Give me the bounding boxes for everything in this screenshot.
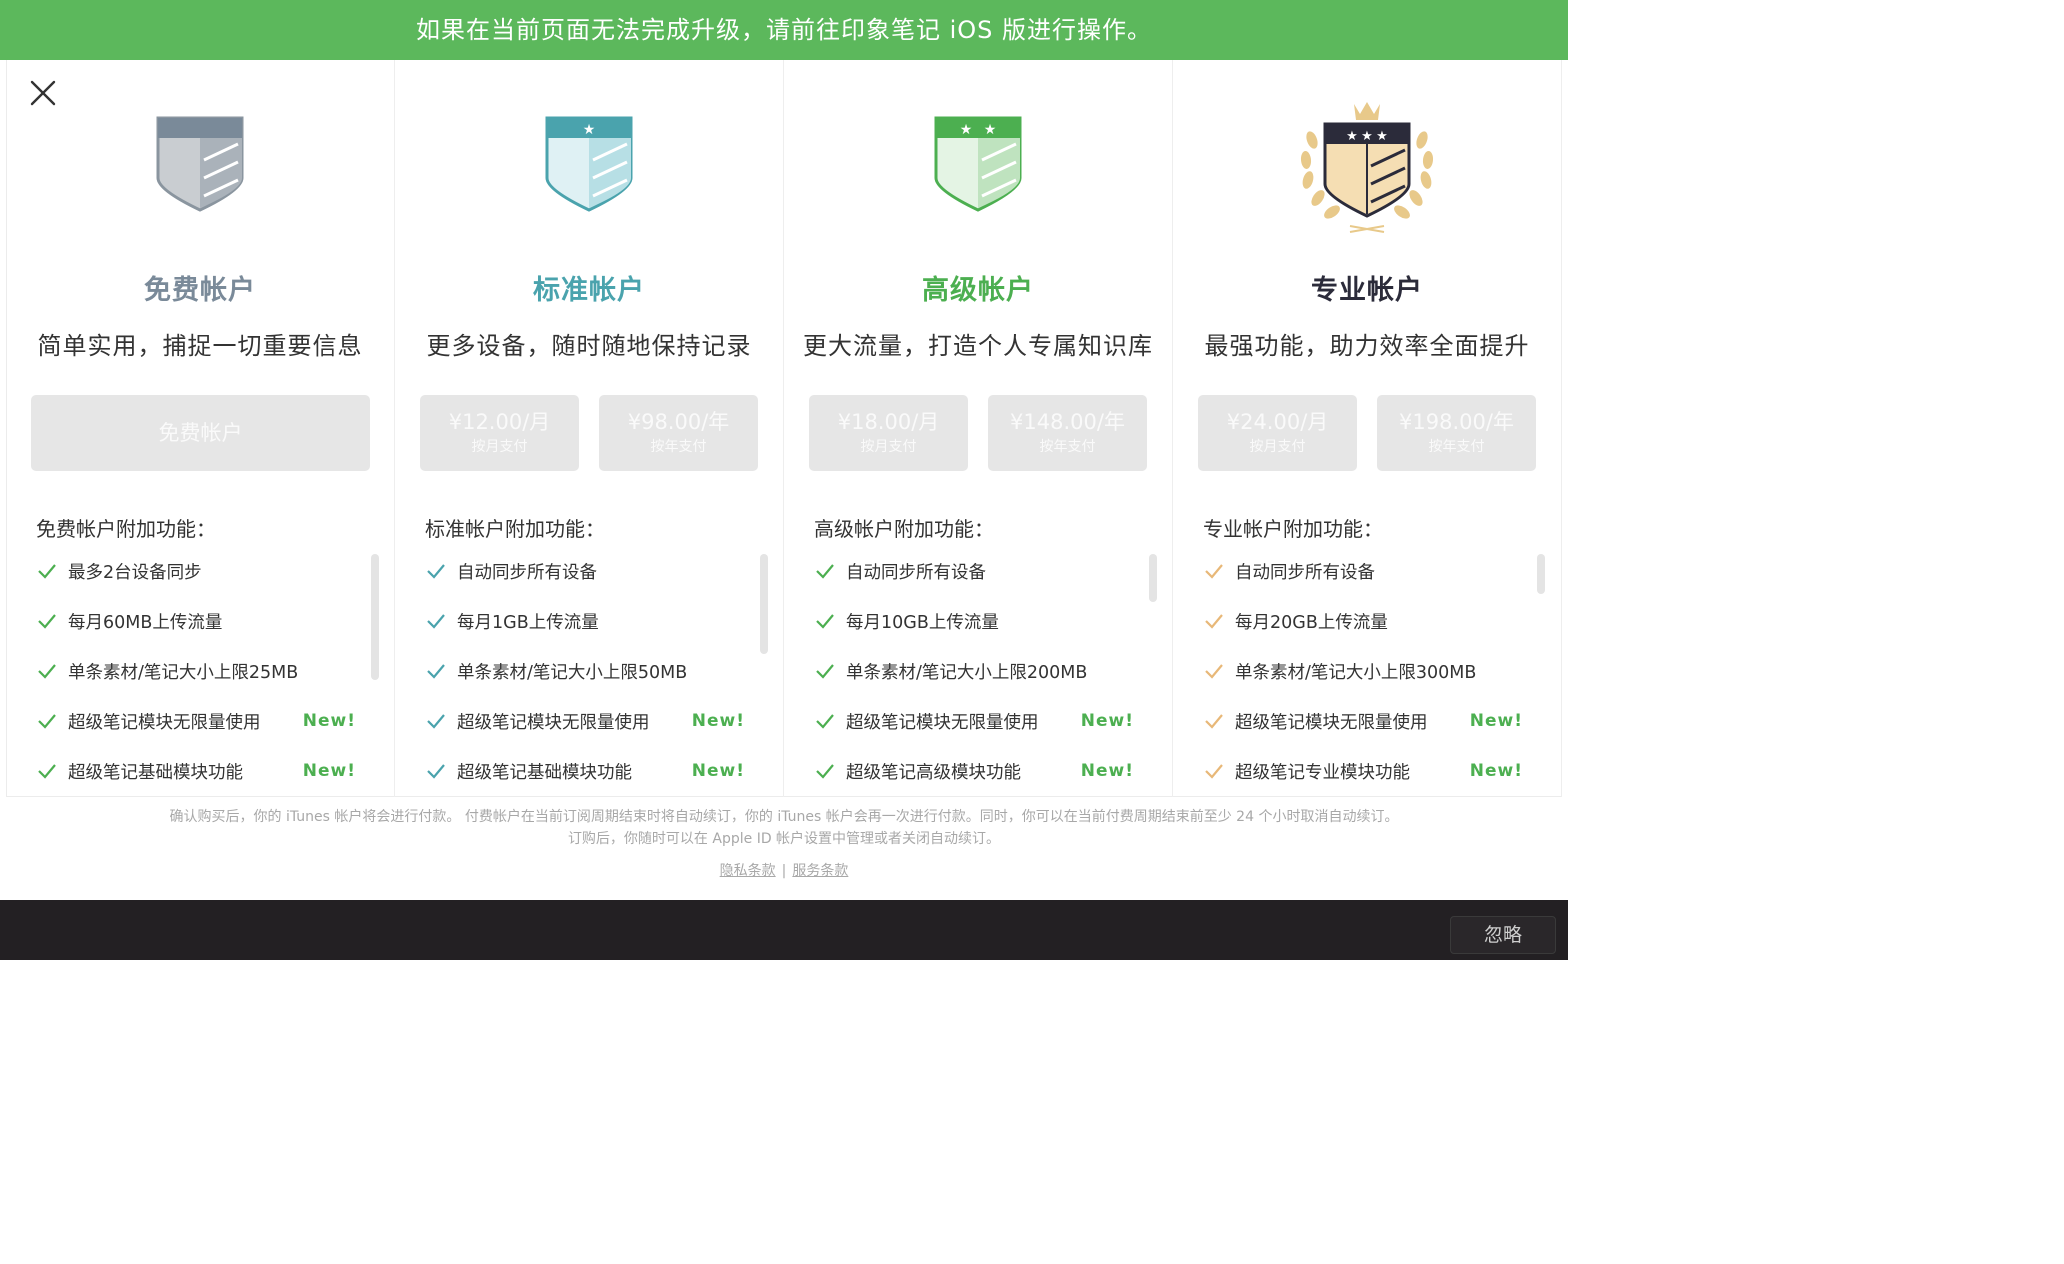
tier-tagline: 更多设备，随时随地保持记录 <box>426 332 752 360</box>
new-badge: New! <box>1080 711 1134 731</box>
feature-item: 超级笔记模块无限量使用 New! <box>814 696 1139 746</box>
link-separator: | <box>781 863 787 879</box>
check-icon <box>1205 764 1223 779</box>
check-icon <box>427 714 445 729</box>
feature-item: 每月60MB上传流量 <box>36 596 361 646</box>
check-icon <box>427 564 445 579</box>
check-icon <box>1205 664 1223 679</box>
svg-text:★: ★ <box>960 122 973 138</box>
feature-item: 单条素材/笔记大小上限50MB <box>425 646 750 696</box>
new-badge: New! <box>302 761 356 781</box>
feature-scrollbar[interactable] <box>760 554 768 654</box>
check-icon <box>38 764 56 779</box>
feature-list[interactable]: 自动同步所有设备 每月20GB上传流量 单条素材/笔记大小上限300MB 超级笔… <box>1203 546 1528 796</box>
tier-tagline: 更大流量，打造个人专属知识库 <box>803 332 1153 360</box>
check-icon <box>816 664 834 679</box>
feature-item: 自动同步所有设备 <box>814 546 1139 596</box>
free-shield-icon <box>6 108 394 248</box>
feature-item: 每月10GB上传流量 <box>814 596 1139 646</box>
terms-link[interactable]: 服务条款 <box>792 863 848 879</box>
plan-column-premium: ★ ★ 高级帐户 更大流量，打造个人专属知识库 ¥18.00/月 按月支付 ¥14… <box>784 60 1173 797</box>
check-icon <box>427 614 445 629</box>
feature-list[interactable]: 最多2台设备同步 每月60MB上传流量 单条素材/笔记大小上限25MB 超级笔记… <box>36 546 361 796</box>
tier-tagline: 最强功能，助力效率全面提升 <box>1204 332 1530 360</box>
feature-scrollbar[interactable] <box>371 554 379 680</box>
check-icon <box>816 714 834 729</box>
check-icon <box>1205 714 1223 729</box>
professional-shield-icon: ★ ★ ★ <box>1173 102 1561 248</box>
feature-item: 自动同步所有设备 <box>425 546 750 596</box>
check-icon <box>816 614 834 629</box>
monthly-plan-button[interactable]: ¥12.00/月 按月支付 <box>420 395 579 471</box>
privacy-link[interactable]: 隐私条款 <box>720 863 776 879</box>
check-icon <box>816 764 834 779</box>
new-badge: New! <box>691 761 745 781</box>
tier-name: 免费帐户 <box>144 275 256 306</box>
feature-list[interactable]: 自动同步所有设备 每月10GB上传流量 单条素材/笔记大小上限200MB 超级笔… <box>814 546 1139 796</box>
feature-item: 超级笔记基础模块功能 New! <box>425 746 750 796</box>
yearly-plan-button[interactable]: ¥148.00/年 按年支付 <box>988 395 1147 471</box>
terms-line-2: 订购后，你随时可以在 Apple ID 帐户设置中管理或者关闭自动续订。 <box>567 831 1001 847</box>
check-icon <box>38 714 56 729</box>
premium-shield-icon: ★ ★ <box>784 108 1172 248</box>
check-icon <box>1205 614 1223 629</box>
new-badge: New! <box>1469 711 1523 731</box>
tier-tagline: 简单实用，捕捉一切重要信息 <box>37 332 363 360</box>
tier-name: 专业帐户 <box>1311 275 1423 306</box>
feature-item: 最多2台设备同步 <box>36 546 361 596</box>
feature-item: 超级笔记高级模块功能 New! <box>814 746 1139 796</box>
svg-text:★: ★ <box>1346 129 1358 144</box>
features-title: 免费帐户附加功能： <box>36 517 216 541</box>
feature-item: 每月1GB上传流量 <box>425 596 750 646</box>
feature-item: 超级笔记专业模块功能 New! <box>1203 746 1528 796</box>
feature-item: 超级笔记模块无限量使用 New! <box>36 696 361 746</box>
feature-list[interactable]: 自动同步所有设备 每月1GB上传流量 单条素材/笔记大小上限50MB 超级笔记模… <box>425 546 750 796</box>
footer-links: 隐私条款 | 服务条款 <box>0 860 1568 880</box>
feature-item: 超级笔记模块无限量使用 New! <box>1203 696 1528 746</box>
standard-shield-icon: ★ <box>395 108 783 248</box>
svg-text:★: ★ <box>1376 129 1388 144</box>
check-icon <box>38 564 56 579</box>
new-badge: New! <box>1469 761 1523 781</box>
feature-item: 超级笔记基础模块功能 New! <box>36 746 361 796</box>
feature-scrollbar[interactable] <box>1537 554 1545 594</box>
features-title: 高级帐户附加功能： <box>814 517 994 541</box>
tier-name: 标准帐户 <box>533 275 645 306</box>
yearly-plan-button[interactable]: ¥198.00/年 按年支付 <box>1377 395 1536 471</box>
subscription-terms-text: 确认购买后，你的 iTunes 帐户将会进行付款。 付费帐户在当前订阅周期结束时… <box>0 806 1568 850</box>
monthly-plan-button[interactable]: ¥24.00/月 按月支付 <box>1198 395 1357 471</box>
free-plan-button[interactable]: 免费帐户 <box>31 395 370 471</box>
features-title: 标准帐户附加功能： <box>425 517 605 541</box>
svg-text:★: ★ <box>1361 129 1373 144</box>
check-icon <box>427 764 445 779</box>
new-badge: New! <box>1080 761 1134 781</box>
feature-item: 单条素材/笔记大小上限200MB <box>814 646 1139 696</box>
feature-scrollbar[interactable] <box>1149 554 1157 602</box>
monthly-plan-button[interactable]: ¥18.00/月 按月支付 <box>809 395 968 471</box>
terms-line-1: 确认购买后，你的 iTunes 帐户将会进行付款。 付费帐户在当前订阅周期结束时… <box>169 809 1399 825</box>
check-icon <box>38 664 56 679</box>
ignore-button[interactable]: 忽略 <box>1450 916 1556 954</box>
feature-item: 单条素材/笔记大小上限300MB <box>1203 646 1528 696</box>
check-icon <box>38 614 56 629</box>
plan-column-standard: ★ 标准帐户 更多设备，随时随地保持记录 ¥12.00/月 按月支付 ¥98.00… <box>395 60 784 797</box>
yearly-plan-button[interactable]: ¥98.00/年 按年支付 <box>599 395 758 471</box>
feature-item: 超级笔记模块无限量使用 New! <box>425 696 750 746</box>
svg-text:★: ★ <box>583 122 596 138</box>
check-icon <box>1205 564 1223 579</box>
new-badge: New! <box>302 711 356 731</box>
feature-item: 单条素材/笔记大小上限25MB <box>36 646 361 696</box>
tier-name: 高级帐户 <box>922 275 1034 306</box>
upgrade-notice-banner: 如果在当前页面无法完成升级，请前往印象笔记 iOS 版进行操作。 <box>0 0 1568 60</box>
check-icon <box>816 564 834 579</box>
features-title: 专业帐户附加功能： <box>1203 517 1383 541</box>
check-icon <box>427 664 445 679</box>
plan-column-professional: ★ ★ ★ 专业帐户 最强功能，助力效率全面提升 ¥24.00/月 按月支付 ¥1… <box>1173 60 1562 797</box>
feature-item: 自动同步所有设备 <box>1203 546 1528 596</box>
bottom-bar: 忽略 <box>0 900 1568 960</box>
plan-column-free: 免费帐户 简单实用，捕捉一切重要信息 免费帐户 免费帐户附加功能： 最多2台设备… <box>6 60 395 797</box>
new-badge: New! <box>691 711 745 731</box>
feature-item: 每月20GB上传流量 <box>1203 596 1528 646</box>
svg-text:★: ★ <box>984 122 997 138</box>
